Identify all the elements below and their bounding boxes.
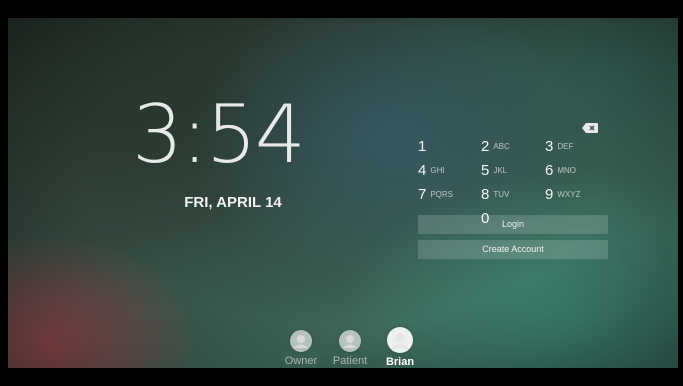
user-avatar-icon <box>387 327 413 353</box>
user-avatar-icon <box>290 330 312 352</box>
key-9[interactable]: 9 WXYZ <box>545 184 607 206</box>
key-6[interactable]: 6 MNO <box>545 160 607 182</box>
key-number: 4 <box>418 162 427 179</box>
key-number: 9 <box>545 186 554 203</box>
key-number: 8 <box>481 186 490 203</box>
key-letters: ABC <box>493 142 510 151</box>
user-avatar-icon <box>339 330 361 352</box>
key-number: 7 <box>418 186 427 203</box>
key-1[interactable]: 1 <box>418 136 480 158</box>
clock-time: 3:54 <box>132 88 306 181</box>
key-number: 6 <box>545 162 554 179</box>
key-letters: PQRS <box>430 190 454 199</box>
key-letters: WXYZ <box>557 190 581 199</box>
key-letters: GHI <box>430 166 445 175</box>
key-letters: DEF <box>557 142 574 151</box>
key-7[interactable]: 7 PQRS <box>418 184 480 206</box>
key-number: 5 <box>481 162 490 179</box>
login-button[interactable]: Login <box>418 215 608 234</box>
backspace-icon[interactable] <box>582 118 598 133</box>
key-3[interactable]: 3 DEF <box>545 136 607 158</box>
create-account-button[interactable]: Create Account <box>418 240 608 259</box>
key-number: 3 <box>545 138 554 155</box>
device-screen: 3:54 FRI, APRIL 14 1 2 ABC 3 DEF 4 GHI 5 JKL <box>0 0 683 386</box>
key-number: 1 <box>418 138 427 155</box>
key-number: 2 <box>481 138 490 155</box>
lockscreen: 3:54 FRI, APRIL 14 1 2 ABC 3 DEF 4 GHI 5 JKL <box>8 18 678 368</box>
user-brian[interactable]: Brian <box>370 327 430 368</box>
clock-date: FRI, APRIL 14 <box>184 194 282 211</box>
key-5[interactable]: 5 JKL <box>481 160 543 182</box>
key-4[interactable]: 4 GHI <box>418 160 480 182</box>
key-2[interactable]: 2 ABC <box>481 136 543 158</box>
key-letters: MNO <box>557 166 577 175</box>
key-letters: JKL <box>493 166 508 175</box>
key-letters: TUV <box>493 190 510 199</box>
key-8[interactable]: 8 TUV <box>481 184 543 206</box>
user-name: Brian <box>385 356 415 368</box>
